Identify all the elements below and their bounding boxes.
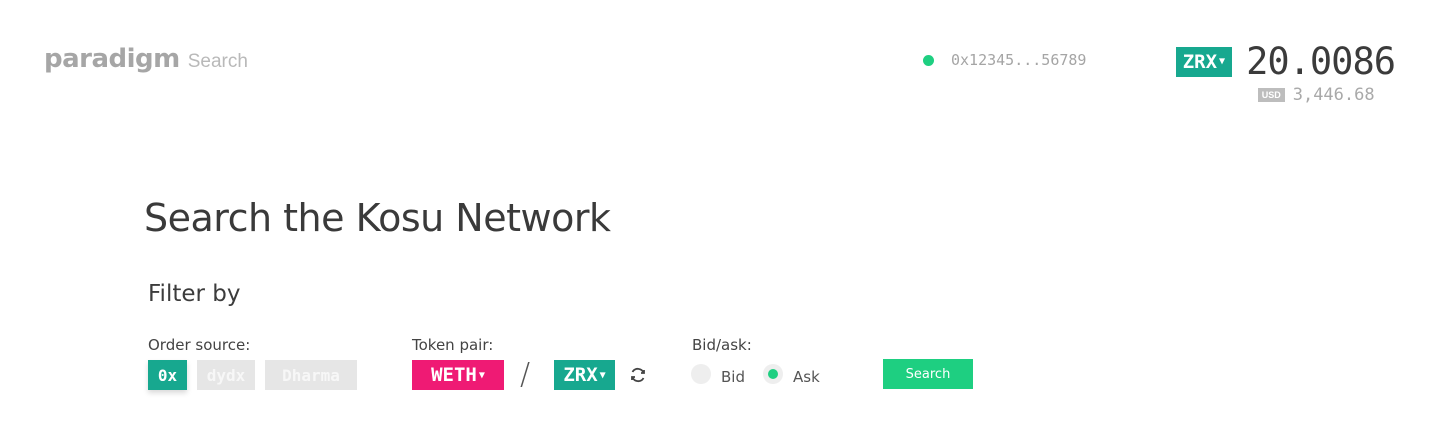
pair-separator: /	[520, 357, 531, 392]
ask-radio-label[interactable]: Ask	[793, 368, 820, 386]
chevron-down-icon: ▼	[599, 369, 606, 381]
usd-row: USD 3,446.68	[1176, 85, 1395, 105]
usd-value: 3,446.68	[1292, 85, 1375, 105]
page: paradigm Search 0x12345...56789 ZRX ▼ 20…	[0, 0, 1429, 430]
filter-heading: Filter by	[148, 281, 241, 307]
search-button[interactable]: Search	[883, 359, 973, 389]
balance-row: ZRX ▼ 20.0086	[1175, 40, 1396, 83]
token-pair-label: Token pair:	[412, 336, 494, 354]
usd-badge: USD	[1257, 88, 1285, 102]
logo-word: paradigm	[44, 44, 180, 74]
order-source-0x-button[interactable]: 0x	[148, 360, 187, 390]
page-title: Search the Kosu Network	[144, 196, 611, 240]
bid-ask-label: Bid/ask:	[692, 336, 752, 354]
order-source-label: Order source:	[148, 336, 251, 354]
chevron-down-icon: ▼	[478, 369, 485, 381]
bid-radio[interactable]	[691, 364, 711, 384]
quote-token-select[interactable]: ZRX ▼	[554, 360, 615, 390]
ask-radio[interactable]	[763, 364, 783, 384]
bid-radio-label[interactable]: Bid	[721, 368, 745, 386]
base-token-select[interactable]: WETH ▼	[412, 360, 504, 390]
order-source-dydx-button[interactable]: dydx	[197, 360, 255, 390]
ask-radio-selected-dot	[768, 369, 778, 379]
base-token-label: WETH	[431, 364, 477, 386]
swap-icon[interactable]	[629, 366, 647, 384]
balance-token-label: ZRX	[1182, 50, 1218, 73]
balance-amount: 20.0086	[1246, 40, 1396, 83]
status-dot-icon	[923, 54, 934, 66]
logo-subtitle: Search	[187, 51, 248, 72]
wallet-status[interactable]: 0x12345...56789	[923, 51, 1086, 69]
chevron-down-icon: ▼	[1219, 56, 1226, 67]
logo[interactable]: paradigm Search	[44, 44, 248, 74]
wallet-address: 0x12345...56789	[951, 51, 1087, 69]
balance-panel: ZRX ▼ 20.0086 USD 3,446.68	[1175, 40, 1396, 105]
balance-token-select[interactable]: ZRX ▼	[1175, 46, 1233, 77]
quote-token-label: ZRX	[563, 364, 598, 386]
order-source-dharma-button[interactable]: Dharma	[265, 360, 357, 390]
